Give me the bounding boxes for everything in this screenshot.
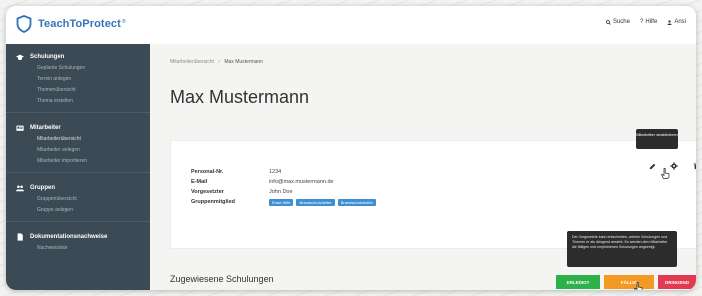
logo[interactable]: TeachToProtect ® xyxy=(16,15,126,33)
delete-button[interactable] xyxy=(691,161,696,171)
breadcrumb-separator: › xyxy=(218,59,220,65)
pencil-icon xyxy=(649,163,655,169)
action-tooltip: Mitarbeiter deaktivieren xyxy=(636,129,678,149)
question-icon: ? xyxy=(639,19,644,25)
main-content: Mitarbeiterübersicht › Max Mustermann Ma… xyxy=(150,44,696,290)
sidebar-section-mitarbeiter: Mitarbeiter Mitarbeiterübersicht Mitarbe… xyxy=(6,115,150,170)
sidebar-item-themenuebersicht[interactable]: Themenübersicht xyxy=(6,85,150,96)
sidebar-divider xyxy=(6,221,150,222)
field-row: Gruppenmitglied Erste Hilfe Brandschutzhe… xyxy=(191,197,379,207)
account-link[interactable]: Ansi xyxy=(667,19,686,25)
document-icon xyxy=(17,233,23,241)
status-done-button[interactable]: ERLEDIGT xyxy=(556,275,600,289)
sidebar: Schulungen Geplante Schulungen Termin an… xyxy=(6,44,150,290)
shield-logo-icon xyxy=(16,15,32,33)
group-tag[interactable]: Brandschutzhelfer xyxy=(296,198,335,206)
search-link[interactable]: Suche xyxy=(606,19,630,25)
top-bar: TeachToProtect ® Suche ? Hilfe Ansi xyxy=(6,6,696,45)
field-label: Vorgesetzter xyxy=(191,189,224,195)
sidebar-section-dokumentation: Dokumentationsnachweise Nachweisliste xyxy=(6,224,150,257)
logo-text: TeachToProtect xyxy=(38,18,121,30)
hand-cursor-icon xyxy=(661,168,670,179)
field-value: John Doe xyxy=(269,189,293,195)
sidebar-item-nachweisliste[interactable]: Nachweisliste xyxy=(6,243,150,254)
sidebar-item-geplante-schulungen[interactable]: Geplante Schulungen xyxy=(6,63,150,74)
field-label: E-Mail xyxy=(191,179,208,185)
deactivate-button[interactable] xyxy=(669,161,679,171)
field-label: Personal-Nr. xyxy=(191,169,224,175)
breadcrumb-current: Max Mustermann xyxy=(224,59,263,65)
status-urgent-button[interactable]: DRINGEND xyxy=(658,275,696,289)
sidebar-head-label: Gruppen xyxy=(30,185,55,191)
top-nav: Suche ? Hilfe Ansi xyxy=(606,19,686,25)
profile-fields: Personal-Nr. 1234 E-Mail info@max.muster… xyxy=(191,167,379,207)
search-label: Suche xyxy=(612,19,630,25)
sidebar-item-termin-anlegen[interactable]: Termin anlegen xyxy=(6,74,150,85)
app-window: TeachToProtect ® Suche ? Hilfe Ansi Schu… xyxy=(6,6,696,290)
field-row: E-Mail info@max.mustermann.de xyxy=(191,177,379,187)
breadcrumb-parent[interactable]: Mitarbeiterübersicht xyxy=(170,59,214,65)
status-due-button[interactable]: FÄLLIG xyxy=(604,275,654,289)
edit-button[interactable] xyxy=(647,161,657,171)
profile-actions xyxy=(647,161,696,171)
group-tag[interactable]: Brandschutzhelfer xyxy=(337,198,376,206)
sidebar-head-gruppen[interactable]: Gruppen xyxy=(6,182,150,194)
group-tag[interactable]: Erste Hilfe xyxy=(269,198,294,206)
sidebar-head-schulungen[interactable]: Schulungen xyxy=(6,51,150,63)
page-title: Max Mustermann xyxy=(170,87,310,107)
sidebar-section-gruppen: Gruppen Gruppenübersicht Gruppe anlegen xyxy=(6,175,150,219)
field-value: info@max.mustermann.de xyxy=(269,179,334,185)
sidebar-head-label: Mitarbeiter xyxy=(30,125,61,131)
sidebar-item-mitarbeiter-importieren[interactable]: Mitarbeiter importieren xyxy=(6,156,150,167)
sidebar-head-dokumentation[interactable]: Dokumentationsnachweise xyxy=(6,231,150,243)
sidebar-section-schulungen: Schulungen Geplante Schulungen Termin an… xyxy=(6,44,150,110)
logo-mark: ® xyxy=(121,18,126,25)
sidebar-item-gruppenuebersicht[interactable]: Gruppenübersicht xyxy=(6,194,150,205)
graduation-cap-icon xyxy=(16,54,24,60)
group-tags: Erste Hilfe Brandschutzhelfer Brandschutzh… xyxy=(269,198,379,206)
sidebar-divider xyxy=(6,112,150,113)
sidebar-item-mitarbeiter-anlegen[interactable]: Mitarbeiter anlegen xyxy=(6,145,150,156)
id-card-icon xyxy=(16,125,24,131)
breadcrumb: Mitarbeiterübersicht › Max Mustermann xyxy=(170,59,263,65)
sidebar-head-label: Schulungen xyxy=(30,54,65,60)
help-link[interactable]: ? Hilfe xyxy=(640,19,657,25)
gear-icon xyxy=(670,162,678,170)
user-icon xyxy=(667,19,672,25)
hand-cursor-icon xyxy=(634,282,643,290)
field-row: Personal-Nr. 1234 xyxy=(191,167,379,177)
sidebar-divider xyxy=(6,172,150,173)
search-icon xyxy=(606,19,611,25)
assigned-trainings-title: Zugewiesene Schulungen xyxy=(170,274,274,284)
trash-icon xyxy=(693,162,696,170)
sidebar-item-gruppe-anlegen[interactable]: Gruppe anlegen xyxy=(6,205,150,216)
sidebar-head-mitarbeiter[interactable]: Mitarbeiter xyxy=(6,122,150,134)
sidebar-head-label: Dokumentationsnachweise xyxy=(30,234,108,240)
group-icon xyxy=(16,185,24,192)
status-tooltip: Der Vorgesetzte kann entscheiden, welche… xyxy=(567,231,677,267)
field-label: Gruppenmitglied xyxy=(191,199,235,205)
help-label: Hilfe xyxy=(645,19,658,25)
sidebar-item-thema-erstellen[interactable]: Thema erstellen xyxy=(6,96,150,107)
field-row: Vorgesetzter John Doe xyxy=(191,187,379,197)
account-label: Ansi xyxy=(674,19,686,25)
sidebar-item-mitarbeiteruebersicht[interactable]: Mitarbeiterübersicht xyxy=(6,134,150,145)
field-value: 1234 xyxy=(269,169,282,175)
